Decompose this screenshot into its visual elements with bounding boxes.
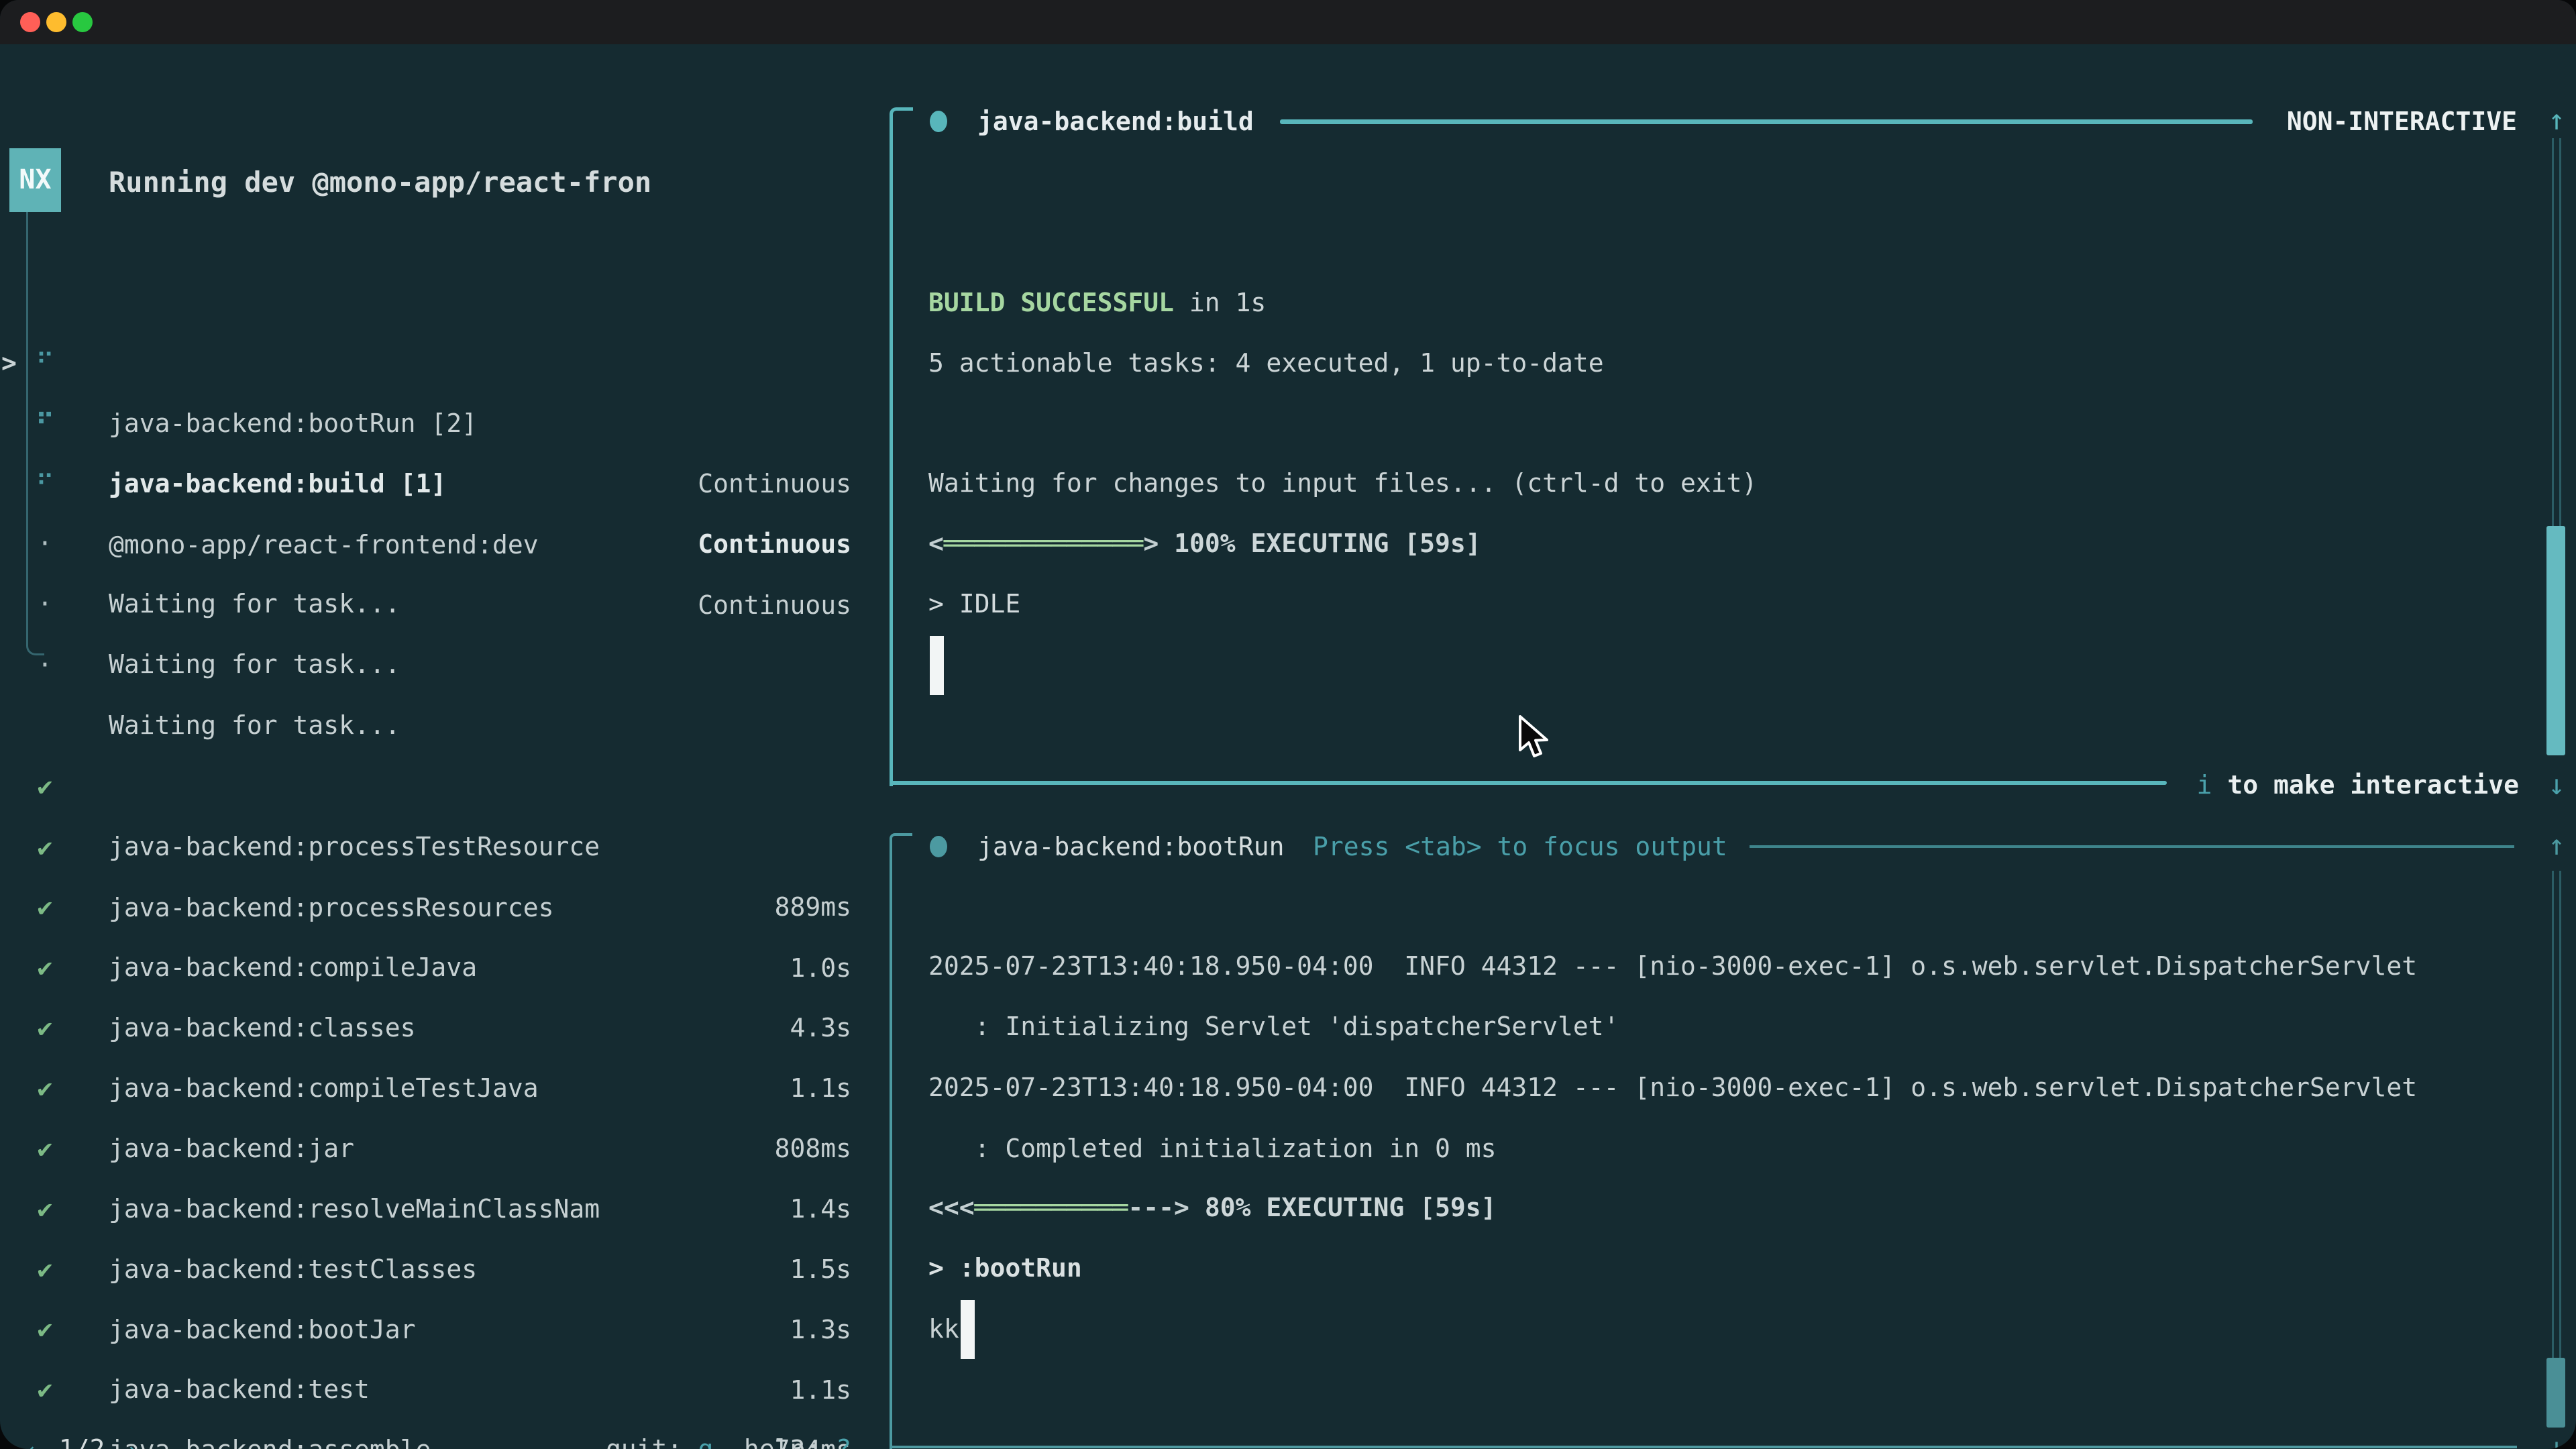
watch-status: Waiting for changes to input files... (c… [928,453,1757,513]
task-name: Waiting for task... [109,634,400,694]
help-label: help: [713,1434,836,1449]
check-icon: ✔ [30,1359,60,1419]
gradle-progress-bar: <═════════════> 100% EXECUTING [59s] [928,513,1481,574]
close-window-button[interactable] [20,12,40,32]
keybind-hints: quit: q help: ? [606,1419,851,1449]
prev-page-arrow-icon[interactable]: ← [28,1434,44,1449]
quit-key: q [698,1434,713,1449]
zoom-window-button[interactable] [72,12,93,32]
nx-tui: NX Running dev @mono-app/react-fron Dura… [0,44,2576,1449]
bar-fill: ═════════════ [944,529,1143,558]
log-line: 2025-07-23T13:40:18.950-04:00 INFO 44312… [928,1057,2417,1118]
bar-label: 100% EXECUTING [59s] [1159,529,1481,558]
header-rule [1750,845,2514,848]
mouse-cursor-icon [1517,715,1552,762]
status-dot-icon [930,836,947,857]
task-row[interactable]: ✔ java-backend:test 734ms [0,1238,890,1299]
task-row[interactable]: · Waiting for task... [0,453,890,513]
quit-label: quit: [606,1434,698,1449]
bar-open: < [928,529,944,558]
log-line: : Completed initialization in 0 ms [928,1118,1496,1179]
interactive-label: to make interactive [2212,770,2519,800]
minimize-window-button[interactable] [46,12,66,32]
typed-input[interactable]: kk [928,1299,959,1359]
build-time: in 1s [1174,288,1266,317]
bar-label: 80% EXECUTING [59s] [1189,1193,1497,1222]
gradle-progress-bar: <<<══════════---> 80% EXECUTING [59s] [928,1177,1497,1238]
focus-hint: Press <tab> to focus output [1313,816,1727,877]
spacer [105,1434,120,1449]
task-row[interactable]: ⠋ @mono-app/react-frontend:dev Continuou… [0,394,890,454]
panel-title[interactable]: java-backend:build [977,91,1254,152]
log-line: 2025-07-23T13:40:18.950-04:00 INFO 44312… [928,936,2417,996]
task-row[interactable]: ✔ java-backend:processTestResource 889ms [0,696,890,756]
bar-open: <<< [928,1193,975,1222]
mode-badge: NON-INTERACTIVE [2287,91,2517,152]
scrollbar-thumb[interactable] [2546,1358,2565,1428]
interactive-key: i [2197,770,2212,800]
bar-close: ---> [1128,1193,1189,1222]
task-row-selected[interactable]: ⠋ java-backend:build [1] Continuous [0,333,890,393]
task-row[interactable]: ✔ java-backend:compileJava 4.3s [0,816,890,877]
panel-border [890,107,913,786]
scroll-down-icon[interactable]: ↓ [2541,755,2572,815]
spacer [44,1434,59,1449]
bootrun-prompt: > :bootRun [928,1238,1082,1298]
interactive-hint: i to make interactive [2197,755,2519,815]
next-page-arrow-icon[interactable]: → [120,1434,136,1449]
task-row[interactable]: ✔ java-backend:processResources 1.0s [0,757,890,817]
window-titlebar [0,0,2576,44]
pager: ← 1/2 → [28,1419,136,1449]
build-result-line: BUILD SUCCESSFUL in 1s [928,272,1266,333]
help-key: ? [836,1434,851,1449]
task-row[interactable]: ✔ java-backend:assemble 774ms [0,1299,890,1359]
pending-bullet-icon: · [30,635,60,695]
bar-fill: ══════════ [975,1193,1128,1222]
task-row[interactable]: · Waiting for task... [0,574,890,635]
scrollbar-thumb[interactable] [2546,526,2565,755]
task-list-panel: NX Running dev @mono-app/react-fron Dura… [0,44,890,1449]
panel-bottom-rule [890,1446,2517,1448]
page-indicator: 1/2 [59,1434,105,1449]
header-rule [1280,119,2253,124]
tasks-summary: 5 actionable tasks: 4 executed, 1 up-to-… [928,333,1604,393]
panel-border [890,833,912,1449]
task-row[interactable]: ✔ java-backend:resolveMainClassNam 1.5s [0,1058,890,1118]
task-duration: 1.1s [790,1360,851,1420]
task-row[interactable]: ⠋ java-backend:bootRun [2] Continuous [0,272,890,333]
status-dot-icon [930,111,947,132]
task-row[interactable]: ✔ java-backend:testClasses 1.3s [0,1118,890,1179]
terminal-cursor [961,1300,975,1359]
panel-title[interactable]: java-backend:bootRun [977,816,1285,877]
task-row[interactable]: ✔ java-backend:jar 1.4s [0,998,890,1058]
task-row[interactable]: ✔ java-backend:compileTestJava 808ms [0,937,890,998]
build-result: BUILD SUCCESSFUL [928,288,1174,317]
task-name: java-backend:test [109,1359,370,1419]
terminal-cursor [930,636,944,695]
task-row[interactable]: ✔ java-backend:classes 1.1s [0,877,890,937]
run-command-title: Running dev @mono-app/react-fron [109,152,651,213]
task-name: java-backend:assemble [109,1419,431,1449]
idle-prompt: > IDLE [928,574,1020,634]
terminal-window: NX Running dev @mono-app/react-fron Dura… [0,0,2576,1449]
panel-bottom-rule [890,781,2167,785]
log-line: : Initializing Servlet 'dispatcherServle… [928,996,1619,1057]
scroll-up-icon[interactable]: ↑ [2541,815,2572,875]
task-row[interactable]: · Waiting for task... [0,513,890,574]
task-row[interactable]: ✔ java-backend:bootJar 1.1s [0,1179,890,1239]
scrollbar-track[interactable] [2552,871,2561,1359]
bar-close: > [1143,529,1159,558]
nx-logo: NX [9,148,61,212]
